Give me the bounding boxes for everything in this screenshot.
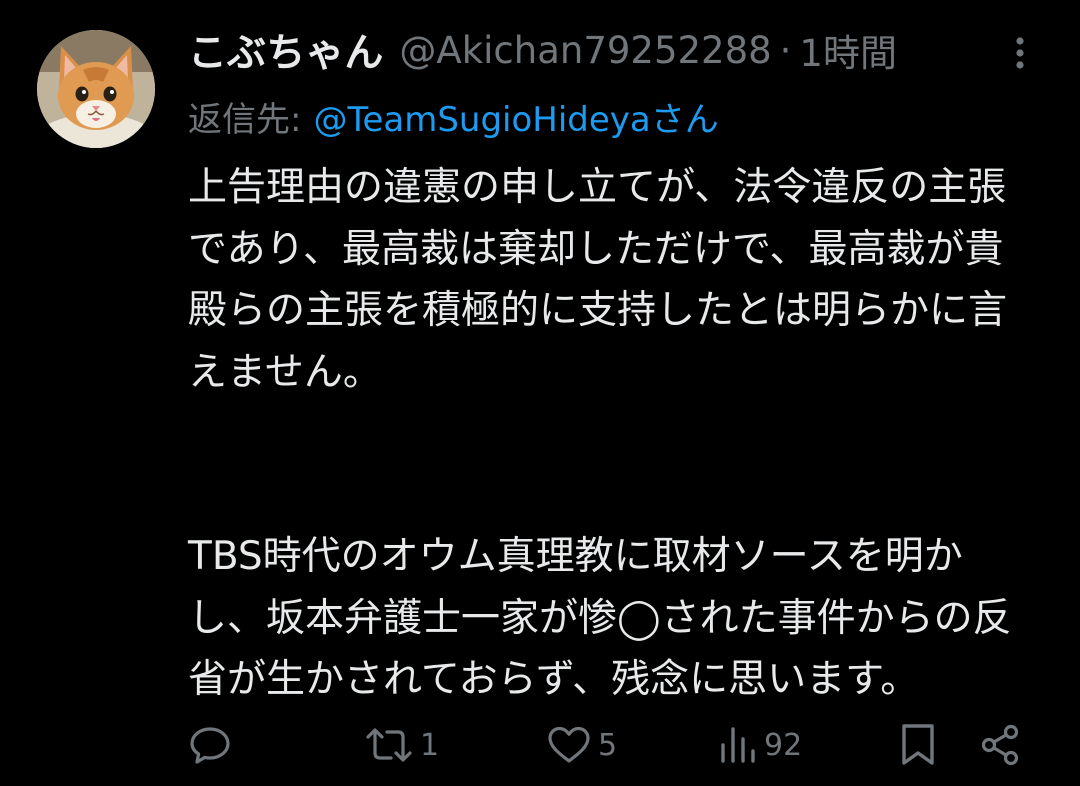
reply-to-mention-link[interactable]: @TeamSugioHideyaさん	[313, 92, 718, 141]
reply-to-label: 返信先:	[188, 99, 302, 140]
retweet-button[interactable]: 1	[364, 718, 439, 772]
avatar[interactable]	[37, 30, 155, 148]
analytics-icon	[721, 727, 755, 763]
views-button[interactable]: 92	[718, 718, 802, 772]
action-bar: 1 5 92	[0, 718, 1080, 772]
more-options-button[interactable]	[1000, 32, 1040, 72]
header-separator: ·	[779, 28, 792, 72]
retweet-count: 1	[420, 727, 440, 763]
timestamp[interactable]: 1時間	[799, 23, 897, 77]
retweet-icon	[366, 728, 412, 762]
like-button[interactable]: 5	[546, 718, 617, 772]
share-button[interactable]	[978, 718, 1022, 772]
reply-button[interactable]	[188, 718, 238, 772]
tweet-paragraph: 上告理由の違憲の申し立てが、法令違反の主張であり、最高裁は棄却しただけで、最高裁…	[188, 165, 1008, 395]
bookmark-button[interactable]	[898, 718, 938, 772]
display-name[interactable]: こぶちゃん	[188, 22, 383, 78]
user-handle[interactable]: @Akichan79252288	[399, 29, 771, 72]
tweet-header: こぶちゃん @Akichan79252288 · 1時間	[188, 22, 897, 78]
tweet-text: 上告理由の違憲の申し立てが、法令違反の主張であり、最高裁は棄却しただけで、最高裁…	[188, 157, 1018, 711]
share-icon	[981, 724, 1019, 766]
bookmark-icon	[902, 724, 934, 765]
heart-icon	[548, 726, 590, 763]
reply-to-line: 返信先: @TeamSugioHideyaさん	[188, 92, 719, 140]
views-count: 92	[764, 727, 803, 763]
more-vertical-icon	[1016, 37, 1024, 69]
reply-icon	[190, 727, 230, 764]
tweet-paragraph: TBS時代のオウム真理教に取材ソースを明かし、坂本弁護士一家が惨◯された事件から…	[188, 534, 1012, 702]
cat-avatar-icon	[37, 30, 155, 148]
like-count: 5	[598, 727, 618, 763]
